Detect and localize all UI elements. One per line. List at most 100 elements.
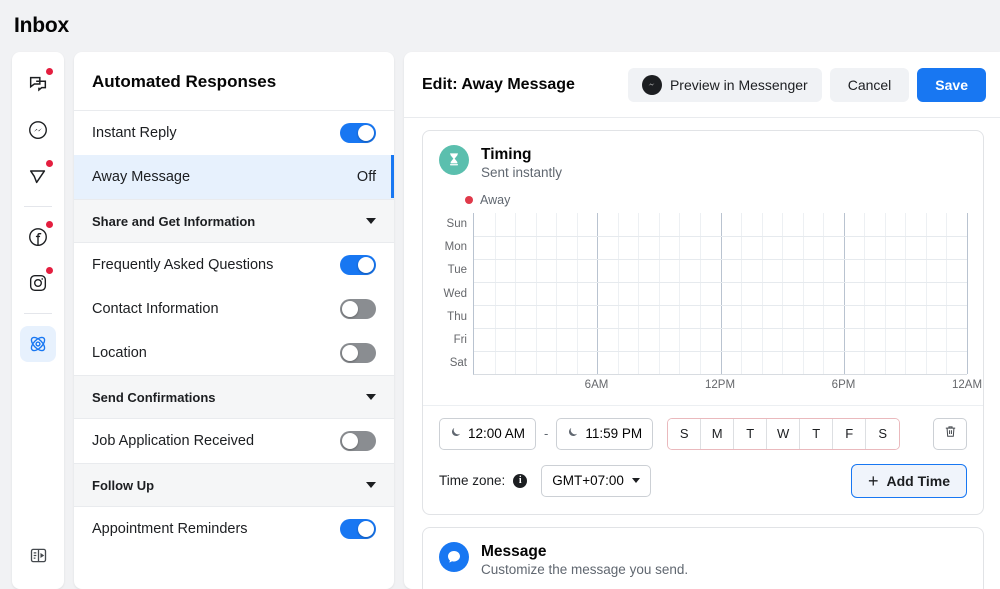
info-icon[interactable]: i [513,473,528,488]
schedule-legend: Away [423,183,983,213]
group-header-share-and-get-information[interactable]: Share and Get Information [74,199,394,243]
grid-column-line [679,212,681,374]
grid-column-line [720,212,722,374]
cancel-label: Cancel [847,76,892,93]
grid-column-line [967,212,968,374]
messenger-icon [27,119,49,141]
editor-header: Edit: Away Message Preview in Messenger … [404,52,1000,118]
grid-column-line [946,212,948,374]
day-cell-friday[interactable]: F [833,418,867,449]
send-icon [27,165,49,187]
page-title: Inbox [14,14,69,37]
save-button[interactable]: Save [917,67,986,102]
grid-column-line [823,212,825,374]
grid-row-line [474,281,967,283]
rail-item-facebook[interactable] [20,219,56,255]
day-selector[interactable]: S M T W T F S [667,417,901,450]
chats-icon [27,73,49,95]
rail-item-instagram[interactable] [20,265,56,301]
grid-column-line [617,212,619,374]
list-item-location[interactable]: Location [74,331,394,375]
hourglass-icon [439,145,469,175]
schedule-day-labels: Sun Mon Tue Wed Thu Fri Sat [439,213,473,397]
group-header-label: Send Confirmations [92,389,216,405]
delete-time-button[interactable] [933,417,967,450]
automation-icon [27,333,49,355]
day-cell-saturday[interactable]: S [866,418,900,449]
list-item-label: Instant Reply [92,124,177,141]
automated-responses-panel: Automated Responses Instant Reply Away M… [74,52,394,589]
x-axis-tick-label: 12AM [951,378,983,391]
rail-item-panel-toggle[interactable] [20,537,56,573]
day-label: Thu [447,310,467,323]
timezone-select[interactable]: GMT+07:00 [541,464,651,497]
schedule-canvas[interactable] [473,212,968,375]
day-label: Wed [443,287,467,300]
grid-column-line [658,212,660,374]
icon-rail [12,52,64,589]
preview-in-messenger-label: Preview in Messenger [669,76,808,93]
day-cell-monday[interactable]: M [701,418,735,449]
list-item-job-application-received[interactable]: Job Application Received [74,419,394,463]
group-header-send-confirmations[interactable]: Send Confirmations [74,375,394,419]
rail-item-chats[interactable] [20,66,56,102]
schedule-grid[interactable]: Sun Mon Tue Wed Thu Fri Sat 6AM 12PM 6PM 12… [423,212,983,397]
message-bubble-icon [439,541,469,572]
cancel-button[interactable]: Cancel [829,67,910,102]
toggle-instant-reply[interactable] [340,122,376,143]
day-cell-sunday[interactable]: S [668,418,702,449]
rail-item-automation[interactable] [20,326,56,362]
grid-column-line [699,212,701,374]
grid-column-line [535,212,537,374]
day-label: Sat [449,357,467,369]
toggle-location[interactable] [340,342,376,363]
day-cell-wednesday[interactable]: W [767,418,801,449]
add-time-button[interactable]: + Add Time [850,463,967,498]
rail-item-messenger[interactable] [20,112,56,148]
list-item-faq[interactable]: Frequently Asked Questions [74,243,394,287]
facebook-icon [27,226,49,248]
save-label: Save [935,76,968,93]
message-card-header: Message Customize the message you send. [423,528,983,580]
grid-row-line [474,258,967,260]
list-item-instant-reply[interactable]: Instant Reply [74,111,394,155]
grid-column-line [802,212,804,374]
grid-column-line [843,212,845,374]
panel-toggle-icon [28,545,49,566]
rail-item-send[interactable] [20,158,56,194]
list-item-label: Appointment Reminders [92,520,248,537]
group-header-follow-up[interactable]: Follow Up [74,463,394,507]
list-item-appointment-reminders[interactable]: Appointment Reminders [74,507,394,551]
chevron-down-icon [366,482,376,488]
schedule-plot[interactable]: 6AM 12PM 6PM 12AM [473,212,982,397]
timezone-value: GMT+07:00 [552,473,624,489]
notification-badge [46,68,53,75]
chevron-down-icon [366,218,376,224]
list-item-label: Frequently Asked Questions [92,256,274,273]
start-time-value: 12:00 AM [468,426,526,442]
list-item-contact-information[interactable]: Contact Information [74,287,394,331]
timing-card-title: Timing [481,146,532,163]
end-time-picker[interactable]: 11:59 PM [556,417,654,450]
grid-column-line [884,212,886,374]
toggle-faq[interactable] [340,254,376,275]
schedule-x-axis: 6AM 12PM 6PM 12AM [473,375,982,397]
preview-in-messenger-button[interactable]: Preview in Messenger [627,67,822,102]
moon-icon [450,426,462,441]
start-time-picker[interactable]: 12:00 AM [439,417,537,450]
chevron-down-icon [631,478,640,484]
grid-row-line [474,304,967,306]
message-card[interactable]: Message Customize the message you send. [422,526,984,589]
away-legend-label: Away [480,192,511,207]
grid-column-line [515,212,517,374]
editor-body: Timing Sent instantly Away Sun Mon Tue W… [404,118,1000,589]
grid-column-line [905,212,907,374]
toggle-contact-information[interactable] [340,298,376,319]
day-label: Tue [447,264,467,277]
day-cell-tuesday[interactable]: T [734,418,768,449]
toggle-job-application-received[interactable] [340,430,376,451]
toggle-appointment-reminders[interactable] [340,518,376,539]
trash-icon [943,424,958,444]
list-item-away-message[interactable]: Away Message Off [74,155,394,199]
day-cell-thursday[interactable]: T [800,418,834,449]
